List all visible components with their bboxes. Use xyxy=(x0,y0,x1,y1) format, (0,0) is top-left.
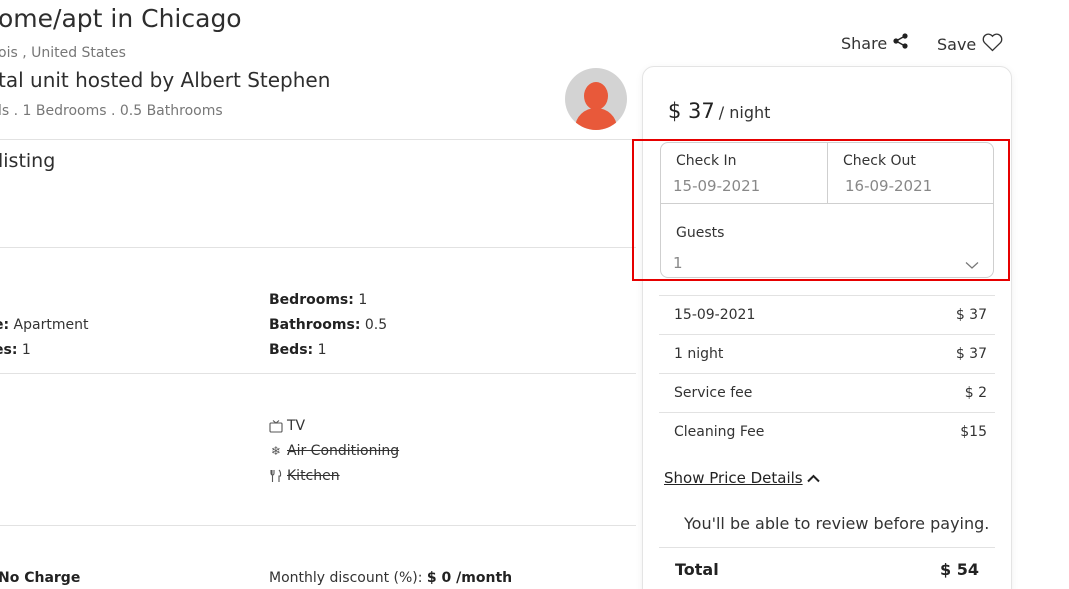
guests-label: Guests xyxy=(676,225,725,241)
check-in-value: 15-09-2021 xyxy=(673,177,761,195)
monthly-discount: Monthly discount (%): $ 0 /month xyxy=(269,570,513,586)
snowflake-icon: ❄ xyxy=(270,444,282,458)
show-price-details-link[interactable]: Show Price Details xyxy=(664,469,820,487)
share-icon xyxy=(893,33,908,53)
review-note: You'll be able to review before paying. xyxy=(684,514,990,533)
detail-row-3: es: 1 xyxy=(0,342,31,358)
heart-icon xyxy=(982,33,1003,56)
save-button[interactable]: Save xyxy=(937,33,1003,56)
listing-title: ome/apt in Chicago xyxy=(0,4,242,33)
price-row: Service fee $ 2 xyxy=(659,373,995,412)
price-row: Cleaning Fee $15 xyxy=(659,412,995,451)
guests-value: 1 xyxy=(673,254,683,272)
check-in-field[interactable]: Check In 15-09-2021 xyxy=(661,143,827,203)
price-row: 15-09-2021 $ 37 xyxy=(659,295,995,334)
chevron-down-icon xyxy=(965,255,979,274)
chevron-up-icon xyxy=(806,469,820,487)
check-out-field[interactable]: Check Out 16-09-2021 xyxy=(828,143,994,203)
divider xyxy=(0,247,636,248)
nightly-price: $ 37/ night xyxy=(668,99,771,123)
listing-location: ois , United States xyxy=(0,45,126,61)
fee-no-charge: No Charge xyxy=(0,570,81,586)
check-in-label: Check In xyxy=(676,153,737,169)
booking-form: Check In 15-09-2021 Check Out 16-09-2021… xyxy=(660,142,994,278)
avatar-head xyxy=(584,82,608,110)
detail-row-2: e: Apartment xyxy=(0,317,89,333)
total-row: Total $ 54 xyxy=(659,547,995,589)
listing-specs: ls . 1 Bedrooms . 0.5 Bathrooms xyxy=(0,103,223,119)
check-out-value: 16-09-2021 xyxy=(845,177,933,195)
bathrooms-detail: Bathrooms: 0.5 xyxy=(269,317,388,333)
amenity-air-conditioning: ❄ Air Conditioning xyxy=(270,443,400,459)
check-out-label: Check Out xyxy=(843,153,916,169)
host-avatar xyxy=(565,68,627,130)
avatar-body xyxy=(575,108,617,130)
divider xyxy=(0,373,636,374)
bedrooms-detail: Bedrooms: 1 xyxy=(269,292,368,308)
hosted-by-heading: tal unit hosted by Albert Stephen xyxy=(0,68,331,92)
share-button[interactable]: Share xyxy=(841,33,908,53)
divider xyxy=(0,139,636,140)
price-row: 1 night $ 37 xyxy=(659,334,995,373)
section-heading: listing xyxy=(0,150,56,172)
guests-select[interactable]: Guests 1 xyxy=(661,204,993,277)
amenity-tv: TV xyxy=(269,418,305,434)
beds-detail: Beds: 1 xyxy=(269,342,327,358)
utensils-icon xyxy=(269,469,283,483)
amenity-kitchen: Kitchen xyxy=(269,468,340,484)
tv-icon xyxy=(269,419,283,433)
divider xyxy=(0,525,636,526)
